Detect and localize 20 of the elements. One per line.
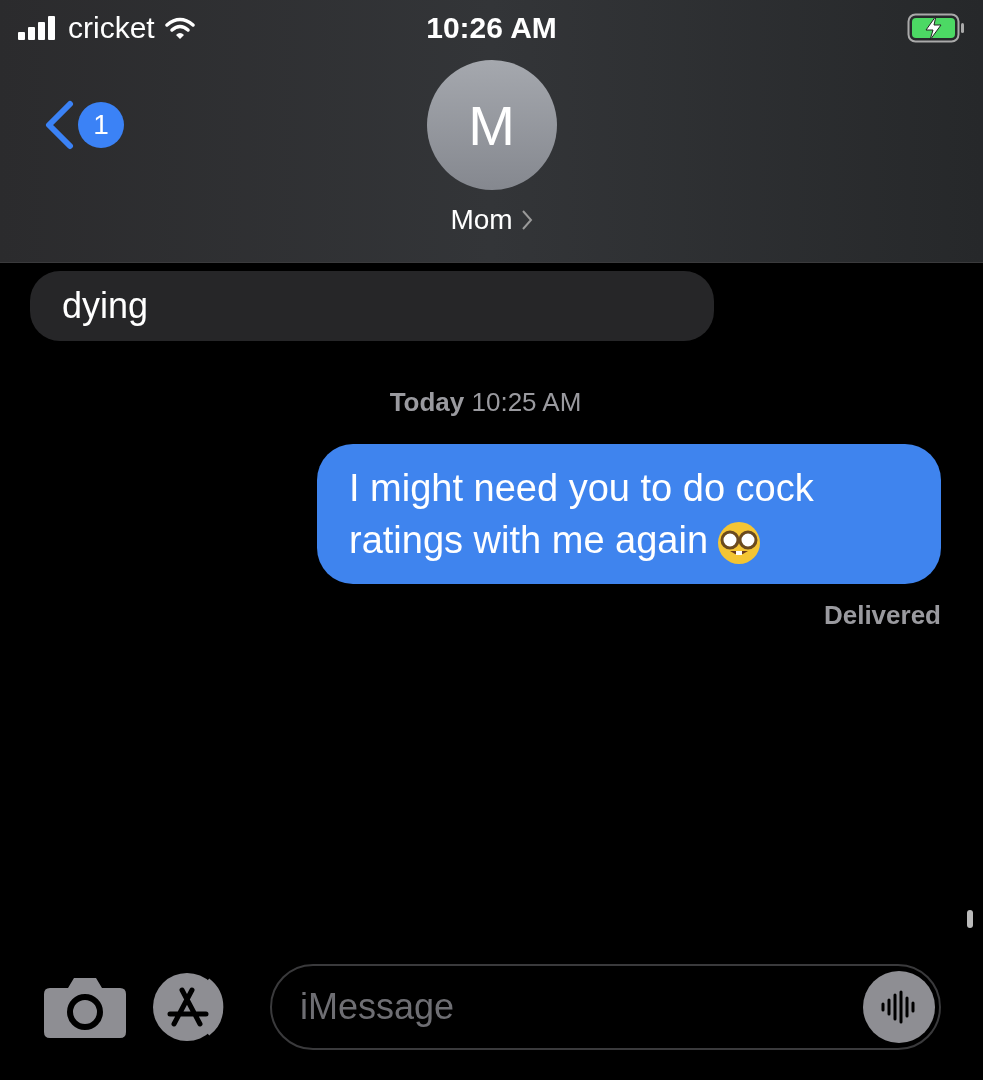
- battery-charging-icon: [907, 13, 965, 43]
- unread-count: 1: [78, 102, 124, 148]
- chevron-right-icon: [520, 209, 533, 231]
- message-bubble: I might need you to do cock ratings with me again: [317, 444, 941, 584]
- scroll-indicator: [967, 910, 973, 928]
- contact-name[interactable]: Mom: [450, 204, 533, 236]
- nerd-emoji-icon: [716, 519, 763, 566]
- audio-button[interactable]: [863, 971, 935, 1043]
- contact-avatar[interactable]: M: [426, 60, 557, 190]
- signal-icon: [18, 16, 58, 40]
- message-bubble: dying: [30, 271, 714, 341]
- camera-icon: [44, 976, 126, 1038]
- status-time: 10:26 AM: [426, 11, 557, 45]
- back-button[interactable]: 1: [42, 100, 124, 150]
- message-field[interactable]: iMessage: [270, 964, 941, 1050]
- timestamp: Today 10:25 AM: [389, 387, 582, 418]
- wifi-icon: [164, 17, 195, 39]
- delivery-status: Delivered: [823, 600, 941, 631]
- camera-button[interactable]: [44, 976, 126, 1038]
- carrier-name: cricket: [68, 11, 155, 45]
